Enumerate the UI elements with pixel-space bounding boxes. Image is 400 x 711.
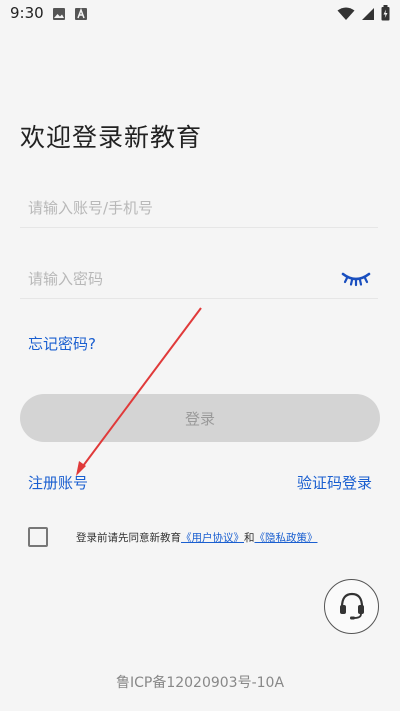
status-time: 9:30 [10, 4, 44, 22]
customer-support-button[interactable] [324, 579, 379, 634]
headset-icon [335, 588, 369, 626]
image-icon [52, 6, 66, 25]
privacy-policy-link[interactable]: 《隐私政策》 [255, 532, 318, 544]
login-button[interactable]: 登录 [20, 394, 380, 442]
password-field-row [20, 259, 378, 299]
status-bar: 9:30 [0, 0, 400, 28]
icp-license-text: 鲁ICP备12020903号-10A [115, 675, 285, 691]
user-agreement-link[interactable]: 《用户协议》 [181, 532, 244, 544]
status-left-icons [52, 6, 88, 25]
password-input[interactable] [20, 259, 378, 298]
signal-icon [361, 6, 375, 25]
sms-login-link[interactable]: 验证码登录 [297, 472, 372, 493]
agreement-and: 和 [244, 531, 255, 544]
agreement-row: 登录前请先同意新教育《用户协议》和《隐私政策》 [28, 527, 318, 547]
account-field-row [20, 188, 378, 228]
wifi-icon [337, 6, 355, 25]
page-title: 欢迎登录新教育 [20, 123, 203, 152]
status-right-icons [337, 5, 390, 25]
register-link[interactable]: 注册账号 [28, 472, 88, 493]
account-input[interactable] [20, 188, 378, 227]
agreement-text: 登录前请先同意新教育《用户协议》和《隐私政策》 [76, 530, 318, 545]
a-badge-icon [74, 6, 88, 25]
agreement-prefix: 登录前请先同意新教育 [76, 531, 181, 544]
eye-closed-icon[interactable] [340, 267, 372, 289]
agreement-checkbox[interactable] [28, 527, 48, 547]
forgot-password-link[interactable]: 忘记密码? [28, 333, 96, 354]
battery-icon [381, 5, 390, 25]
